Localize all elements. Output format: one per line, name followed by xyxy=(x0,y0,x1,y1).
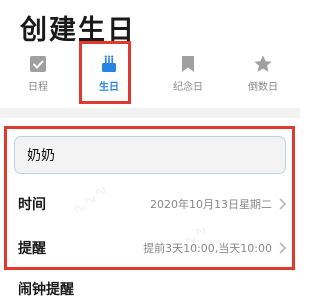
tab-countdown-label: 倒数日 xyxy=(248,82,278,93)
tab-anniversary[interactable]: 纪念日 xyxy=(163,54,213,98)
alarm-reminder-label: 闹钟提醒 xyxy=(18,282,74,298)
section-divider xyxy=(0,108,300,118)
star-icon xyxy=(254,55,272,72)
birthday-tab-highlight-frame xyxy=(79,41,131,104)
form-highlight-frame xyxy=(4,126,295,270)
event-type-tabs: 日程 生日 纪念日 倒数日 xyxy=(0,42,300,104)
alarm-reminder-row[interactable]: 闹钟提醒 xyxy=(0,269,300,300)
tab-countdown[interactable]: 倒数日 xyxy=(238,54,288,98)
calendar-check-icon xyxy=(30,56,46,72)
tab-anniversary-label: 纪念日 xyxy=(173,82,203,93)
create-birthday-screen: 创建生日 日程 生日 纪念日 倒数日 奶奶 时间 2020年10月13日星期二 … xyxy=(0,0,300,300)
tab-schedule-label: 日程 xyxy=(28,82,48,93)
bookmark-icon xyxy=(182,56,194,72)
tab-schedule[interactable]: 日程 xyxy=(13,54,63,98)
